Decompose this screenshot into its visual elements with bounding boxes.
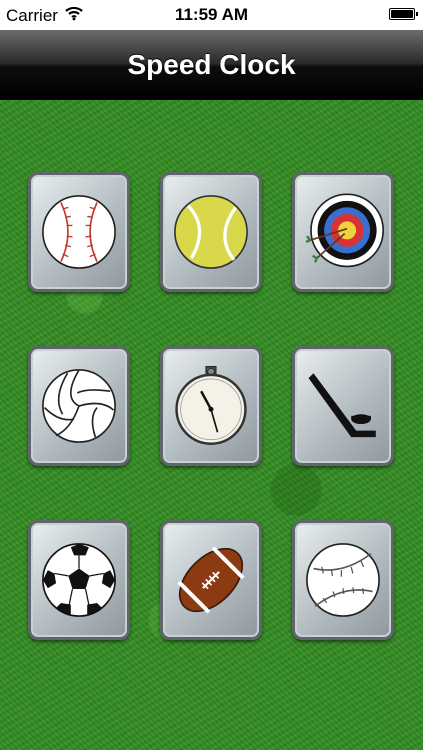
sport-tile-stopwatch[interactable] bbox=[160, 346, 262, 466]
sport-tile-tennis[interactable] bbox=[160, 172, 262, 292]
sport-tile-soccer[interactable] bbox=[28, 520, 130, 640]
sport-tile-hockey[interactable] bbox=[292, 346, 394, 466]
navigation-bar: Speed Clock bbox=[0, 30, 423, 101]
battery-icon bbox=[389, 8, 418, 20]
tennis-ball-icon bbox=[174, 195, 248, 269]
football-icon bbox=[177, 546, 245, 614]
stopwatch-icon bbox=[175, 366, 247, 445]
sport-tile-football[interactable] bbox=[160, 520, 262, 640]
sport-tile-archery[interactable] bbox=[292, 172, 394, 292]
softball-icon bbox=[306, 543, 380, 617]
sport-tile-volleyball[interactable] bbox=[28, 346, 130, 466]
hockey-stick-puck-icon bbox=[308, 373, 376, 438]
volleyball-icon bbox=[42, 369, 116, 443]
sport-tile-baseball[interactable] bbox=[28, 172, 130, 292]
baseball-icon bbox=[42, 195, 116, 269]
sport-tile-softball[interactable] bbox=[292, 520, 394, 640]
status-bar: Carrier 11:59 AM bbox=[0, 0, 423, 30]
sport-grid bbox=[28, 172, 394, 640]
status-time: 11:59 AM bbox=[174, 5, 249, 24]
archery-target-icon bbox=[305, 193, 384, 268]
page-title: Speed Clock bbox=[127, 49, 296, 80]
soccer-ball-icon bbox=[42, 543, 116, 617]
grass-background bbox=[0, 100, 423, 750]
